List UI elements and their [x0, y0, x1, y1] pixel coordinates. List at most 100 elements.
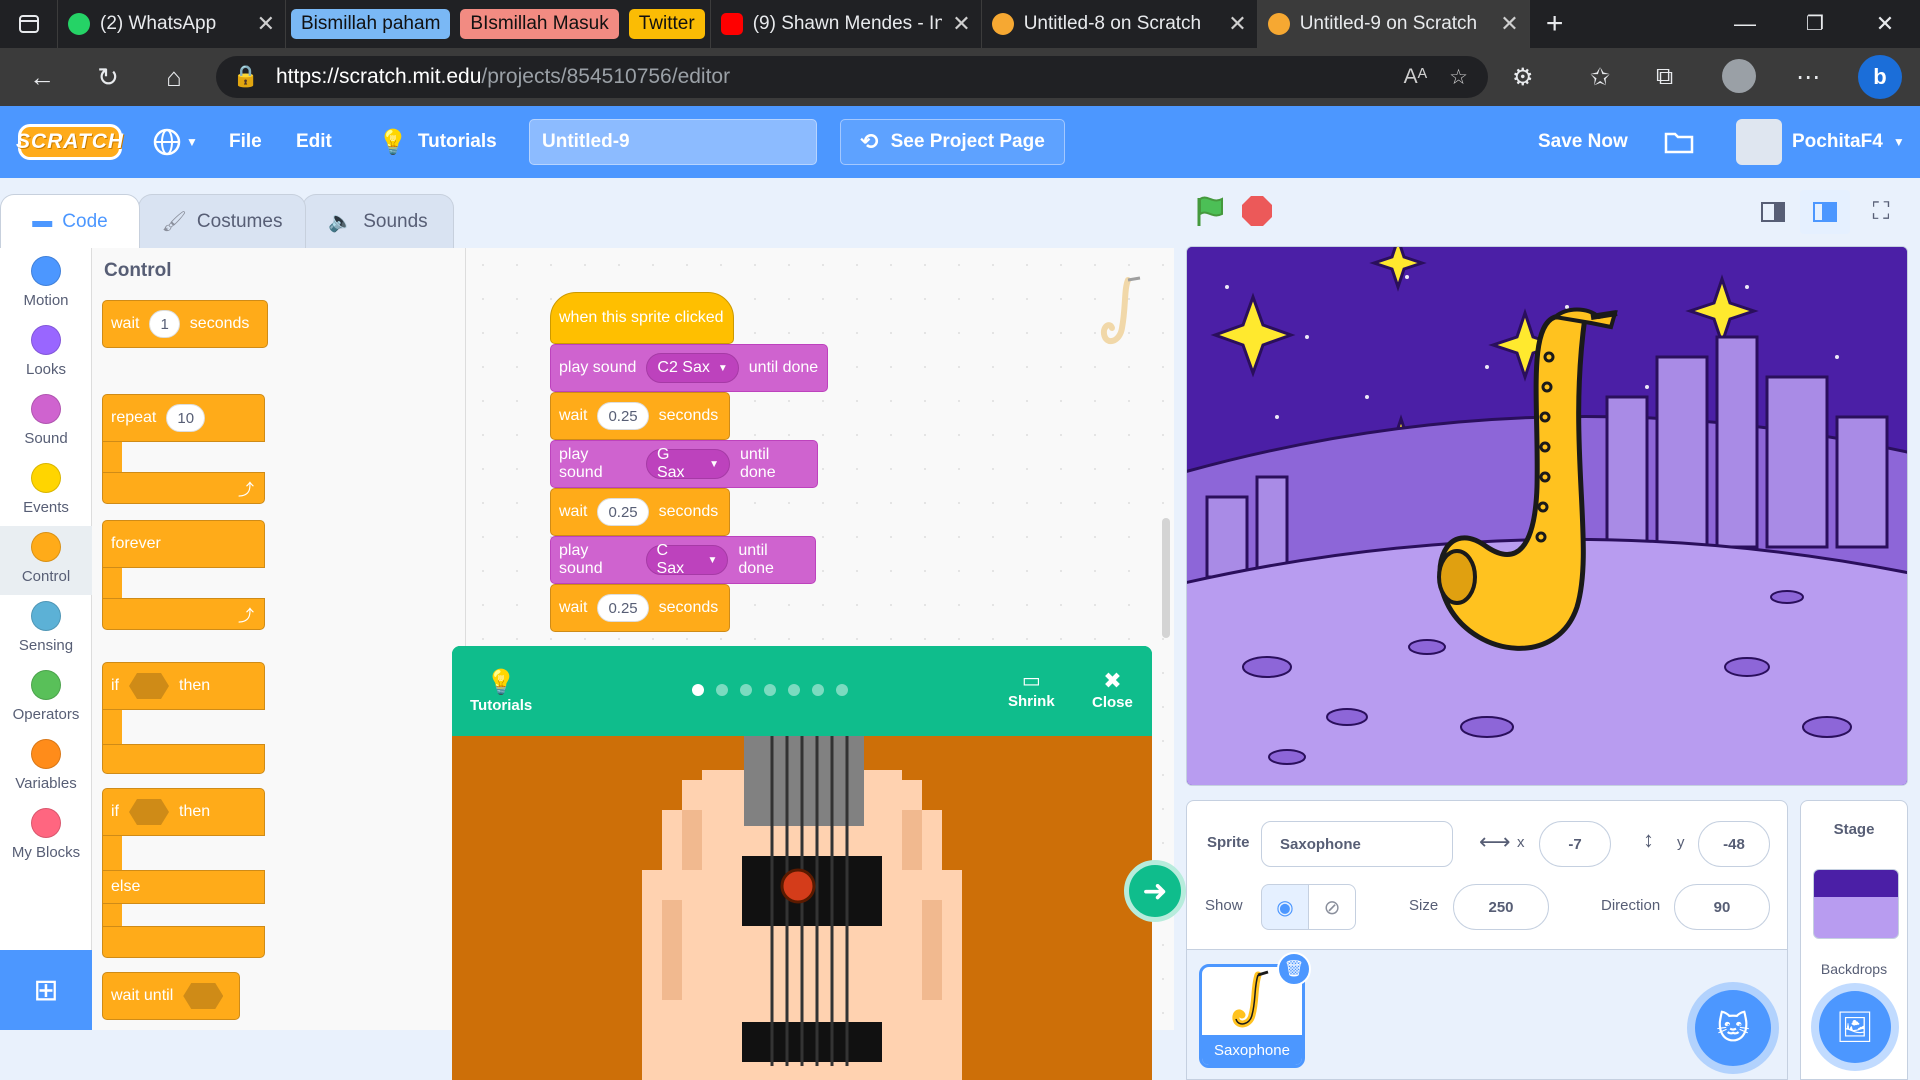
x-input[interactable]: -7	[1539, 821, 1611, 867]
green-flag-icon[interactable]	[1194, 194, 1226, 233]
collections-icon[interactable]: ⧉	[1656, 63, 1673, 91]
project-title-input[interactable]: Untitled-9	[529, 119, 817, 165]
minimize-icon[interactable]: —	[1710, 11, 1780, 37]
close-icon[interactable]: ✕	[1500, 11, 1518, 37]
shrink-button[interactable]: ▭ Shrink	[1008, 668, 1055, 710]
close-icon[interactable]: ✕	[952, 11, 970, 37]
step-dot[interactable]	[812, 684, 824, 696]
address-bar[interactable]: 🔒 https://scratch.mit.edu/projects/85451…	[216, 56, 1488, 98]
tab-group-bismillah-masuk[interactable]: BIsmillah Masuk	[460, 9, 619, 39]
add-favorite-icon[interactable]: ☆	[1449, 65, 1468, 90]
block-input[interactable]: 0.25	[597, 594, 649, 622]
category-variables[interactable]: Variables	[0, 733, 92, 802]
wait-until-block[interactable]: wait until	[102, 972, 240, 1020]
category-operators[interactable]: Operators	[0, 664, 92, 733]
profile-avatar[interactable]	[1722, 59, 1756, 93]
new-tab-icon[interactable]: +	[1530, 7, 1580, 41]
block-input[interactable]: 0.25	[597, 402, 649, 430]
small-stage-icon[interactable]	[1748, 190, 1798, 234]
close-icon[interactable]: ✕	[1228, 11, 1246, 37]
play-sound-block-3[interactable]: play sound C Sax ▼ until done	[550, 536, 816, 584]
boolean-slot[interactable]	[129, 673, 169, 699]
tutorials-library-button[interactable]: 💡 Tutorials	[470, 668, 532, 714]
wait-block-3[interactable]: wait 0.25 seconds	[550, 584, 730, 632]
sound-dropdown[interactable]: C Sax ▼	[645, 542, 729, 577]
tutorial-video[interactable]	[452, 736, 1152, 1080]
save-now-button[interactable]: Save Now	[1538, 106, 1628, 178]
read-aloud-icon[interactable]: Aᴬ	[1404, 65, 1428, 89]
close-tutorial-button[interactable]: ✖ Close	[1092, 668, 1133, 711]
sound-dropdown[interactable]: C2 Sax ▼	[646, 353, 739, 383]
tab-group-bismillah-paham[interactable]: Bismillah paham	[291, 9, 451, 39]
play-sound-block-2[interactable]: play sound G Sax ▼ until done	[550, 440, 818, 488]
window-close-icon[interactable]: ✕	[1850, 11, 1920, 37]
wait-block-1[interactable]: wait 0.25 seconds	[550, 392, 730, 440]
forever-block[interactable]: forever ⤴	[102, 520, 265, 630]
restore-icon[interactable]: ❐	[1780, 11, 1850, 37]
y-input[interactable]: -48	[1698, 821, 1770, 867]
sprite-name-input[interactable]: Saxophone	[1261, 821, 1453, 867]
direction-input[interactable]: 90	[1674, 884, 1770, 930]
wait-block-2[interactable]: wait 0.25 seconds	[550, 488, 730, 536]
tab-group-twitter[interactable]: Twitter	[628, 9, 705, 39]
size-input[interactable]: 250	[1453, 884, 1549, 930]
back-icon[interactable]: ←	[14, 62, 70, 93]
step-dot[interactable]	[740, 684, 752, 696]
tutorials-button[interactable]: 💡 Tutorials	[378, 106, 497, 178]
tab-youtube[interactable]: (9) Shawn Mendes - In ✕	[709, 0, 982, 48]
delete-sprite-trash-icon[interactable]: 🗑	[1277, 952, 1311, 986]
normal-stage-icon[interactable]	[1800, 190, 1850, 234]
category-sound[interactable]: Sound	[0, 388, 92, 457]
file-menu[interactable]: File	[229, 106, 262, 178]
hide-eye-slash-icon[interactable]: ⊘	[1308, 884, 1356, 930]
block-input[interactable]: 1	[149, 310, 180, 338]
choose-sprite-cat-icon[interactable]: 🐱	[1695, 990, 1771, 1066]
extensions-icon[interactable]: ⚙	[1512, 63, 1534, 92]
tab-code[interactable]: ▬ Code	[0, 194, 140, 248]
block-input[interactable]: 10	[166, 404, 206, 432]
backdrop-thumbnail[interactable]	[1813, 869, 1899, 939]
more-options-icon[interactable]: ⋯	[1796, 63, 1820, 92]
tab-untitled-8[interactable]: Untitled-8 on Scratch ✕	[982, 0, 1258, 48]
stop-icon[interactable]	[1242, 196, 1272, 226]
bing-chat-icon[interactable]: b	[1858, 55, 1902, 99]
scratch-logo[interactable]: SCRATCH	[16, 124, 123, 160]
if-then-block[interactable]: if then	[102, 662, 265, 774]
script-scrollbar[interactable]	[1162, 518, 1170, 638]
when-sprite-clicked-block[interactable]: when this sprite clicked	[550, 292, 734, 344]
block-input[interactable]: 0.25	[597, 498, 649, 526]
category-looks[interactable]: Looks	[0, 319, 92, 388]
boolean-slot[interactable]	[129, 799, 169, 825]
edit-menu[interactable]: Edit	[296, 106, 332, 178]
category-my-blocks[interactable]: My Blocks	[0, 802, 92, 871]
see-project-page-button[interactable]: ⟲ See Project Page	[840, 119, 1065, 165]
wait-block[interactable]: wait 1 seconds	[102, 300, 268, 348]
category-control[interactable]: Control	[0, 526, 92, 595]
boolean-slot[interactable]	[183, 983, 224, 1009]
step-dot-active[interactable]	[692, 684, 704, 696]
step-dot[interactable]	[764, 684, 776, 696]
account-menu[interactable]: PochitaF4 ▼	[1736, 106, 1905, 178]
category-sensing[interactable]: Sensing	[0, 595, 92, 664]
fullscreen-icon[interactable]: ⛶	[1856, 190, 1906, 234]
step-dot[interactable]	[716, 684, 728, 696]
tab-actions-icon[interactable]	[0, 0, 58, 48]
show-visible-eye-icon[interactable]: ◉	[1261, 884, 1309, 930]
category-motion[interactable]: Motion	[0, 250, 92, 319]
if-then-else-block[interactable]: if then else	[102, 788, 265, 958]
tab-costumes[interactable]: 🖌 Costumes	[138, 194, 306, 248]
tab-whatsapp[interactable]: (2) WhatsApp ✕	[58, 0, 286, 48]
stage-canvas[interactable]	[1186, 246, 1908, 786]
category-events[interactable]: Events	[0, 457, 92, 526]
add-extension-button[interactable]: ⊞	[0, 950, 92, 1030]
favorites-icon[interactable]: ✩	[1590, 63, 1610, 92]
reload-icon[interactable]: ↻	[80, 62, 136, 93]
step-dot[interactable]	[788, 684, 800, 696]
play-sound-block-1[interactable]: play sound C2 Sax ▼ until done	[550, 344, 828, 392]
choose-backdrop-icon[interactable]: 🖼	[1819, 991, 1891, 1063]
next-step-arrow-icon[interactable]: ➜	[1124, 860, 1186, 922]
sound-dropdown[interactable]: G Sax ▼	[645, 446, 730, 481]
repeat-block[interactable]: repeat 10 ⤴	[102, 394, 265, 504]
home-icon[interactable]: ⌂	[146, 62, 202, 93]
close-icon[interactable]: ✕	[257, 11, 275, 37]
